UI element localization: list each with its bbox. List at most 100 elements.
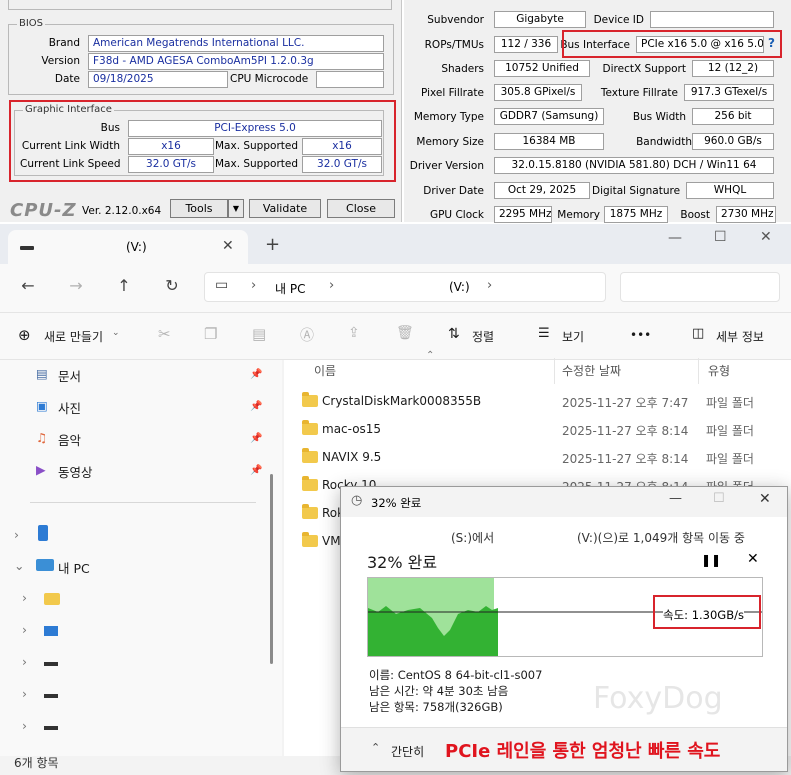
drive-icon [44, 626, 58, 636]
folder-icon [302, 392, 318, 407]
chevron-right-icon[interactable]: › [22, 590, 27, 605]
gpu-clock-value: 2295 MHz [494, 206, 552, 223]
pin-icon[interactable]: 📌 [250, 369, 262, 380]
cpuz-version: Ver. 2.12.0.x64 [82, 205, 162, 217]
chevron-right-icon[interactable]: › [22, 686, 27, 701]
chevron-right-icon[interactable]: › [14, 527, 19, 542]
maximize-icon[interactable]: ☐ [713, 491, 725, 506]
device-id-label: Device ID [593, 14, 644, 26]
sidebar-scrollbar[interactable] [270, 474, 273, 664]
file-row[interactable]: CrystalDiskMark0008355B 2025-11-27 오후 7:… [300, 388, 791, 416]
cpuz-top-fieldset [8, 0, 392, 10]
version-value: F38d - AMD AGESA ComboAm5PI 1.2.0.3g [88, 53, 384, 70]
column-name[interactable]: 이름 [314, 362, 336, 379]
breadcrumb-this-pc[interactable]: 내 PC [275, 280, 305, 297]
up-icon[interactable]: ↑ [112, 276, 136, 295]
pause-icon[interactable]: ❚❚ [701, 553, 721, 567]
sidebar-item-videos[interactable]: 동영상 [58, 462, 93, 481]
collapse-button[interactable]: 간단히 [391, 743, 424, 760]
pin-icon[interactable]: 📌 [250, 433, 262, 444]
address-bar[interactable]: ▭ › 내 PC › (V:) › [204, 272, 606, 302]
bus-width-label: Bus Width [632, 111, 686, 123]
share-icon[interactable]: ⇪ [348, 325, 360, 341]
pin-icon[interactable]: 📌 [250, 401, 262, 412]
chevron-right-icon[interactable]: › [22, 654, 27, 669]
column-date[interactable]: 수정한 날짜 [562, 362, 621, 379]
window-close-icon[interactable]: ✕ [760, 229, 772, 245]
file-row[interactable]: NAVIX 9.5 2025-11-27 오후 8:14 파일 폴더 [300, 444, 791, 472]
drive-icon [44, 662, 58, 666]
drive-icon [20, 246, 34, 250]
sidebar-item-pictures[interactable]: 사진 [58, 398, 81, 417]
paste-icon[interactable]: ▤ [252, 325, 266, 343]
sort-arrow-icon: ⌃ [426, 350, 435, 361]
sidebar-item-documents[interactable]: 문서 [58, 366, 81, 385]
tools-dropdown-button[interactable]: ▼ [228, 199, 244, 218]
chevron-right-icon[interactable]: › [22, 718, 27, 733]
directx-label: DirectX Support [602, 63, 686, 75]
column-divider[interactable] [698, 358, 699, 384]
search-input[interactable] [620, 272, 780, 302]
maximize-icon[interactable]: ☐ [714, 229, 727, 245]
column-divider[interactable] [554, 358, 555, 384]
source-text[interactable]: (S:)에서 [451, 529, 494, 546]
file-type: 파일 폴더 [706, 452, 754, 466]
cut-icon[interactable]: ✂ [158, 325, 171, 343]
chevron-down-icon[interactable]: ⌄ [14, 558, 24, 573]
bios-legend: BIOS [17, 18, 46, 29]
folder-icon [302, 476, 318, 491]
navigation-pane [0, 360, 282, 756]
microcode-value [316, 71, 384, 88]
pin-icon[interactable]: 📌 [250, 465, 262, 476]
bus-width-value: 256 bit [692, 108, 774, 125]
sort-button[interactable]: 정렬 [472, 328, 494, 345]
monitor-icon: ▭ [215, 277, 229, 293]
destination-text[interactable]: (V:)(으)로 1,049개 항목 이동 중 [577, 529, 745, 546]
signature-label: Digital Signature [592, 185, 681, 197]
memory-type-value: GDDR7 (Samsung) [494, 108, 604, 125]
more-button[interactable]: ••• [630, 328, 651, 342]
caption-text: PCIe 레인을 통한 엄청난 빠른 속도 [445, 741, 721, 762]
memory-clock-value: 1875 MHz [604, 206, 668, 223]
new-button[interactable]: 새로 만들기 [44, 328, 103, 345]
memory-size-value: 16384 MB [494, 133, 604, 150]
chevron-down-icon: ⌄ [112, 328, 120, 338]
boost-label: Boost [680, 209, 710, 221]
delete-icon[interactable]: 🗑 [396, 325, 414, 341]
column-type[interactable]: 유형 [708, 362, 730, 379]
cpuz-logo: CPU-Z [10, 200, 77, 221]
cancel-icon[interactable]: ✕ [747, 551, 759, 567]
close-button[interactable]: Close [327, 199, 395, 218]
boost-value: 2730 MHz [716, 206, 776, 223]
tab-close-icon[interactable]: ✕ [222, 238, 234, 254]
sidebar-item-music[interactable]: 음악 [58, 430, 81, 449]
minimize-icon[interactable]: — [668, 230, 682, 246]
remaining-time-text: 남은 시간: 약 4분 30초 남음 [369, 684, 509, 698]
tools-button[interactable]: Tools [170, 199, 228, 218]
refresh-icon[interactable]: ↻ [160, 276, 184, 295]
tab-v-drive[interactable]: (V:) ✕ [8, 230, 248, 264]
sidebar-divider [30, 502, 256, 503]
copy-icon[interactable]: ❐ [204, 325, 217, 343]
chevron-right-icon[interactable]: › [22, 622, 27, 637]
sidebar-item-this-pc[interactable]: 내 PC [58, 558, 90, 577]
view-button[interactable]: 보기 [562, 328, 584, 345]
driver-date-value: Oct 29, 2025 [494, 182, 590, 199]
file-row[interactable]: mac-os15 2025-11-27 오후 8:14 파일 폴더 [300, 416, 791, 444]
folder-icon [302, 504, 318, 519]
chevron-up-icon[interactable]: ⌃ [371, 741, 380, 754]
new-tab-button[interactable]: + [265, 234, 280, 255]
drive-icon [44, 726, 58, 730]
forward-icon[interactable]: → [64, 276, 88, 295]
date-value: 09/18/2025 [88, 71, 228, 88]
shaders-value: 10752 Unified [494, 60, 590, 77]
rops-value: 112 / 336 [494, 36, 558, 53]
rename-icon[interactable]: Ⓐ [300, 325, 314, 345]
validate-button[interactable]: Validate [249, 199, 321, 218]
breadcrumb-v-drive[interactable]: (V:) [449, 280, 470, 294]
details-button[interactable]: 세부 정보 [716, 328, 764, 345]
microcode-label: CPU Microcode [230, 73, 309, 85]
back-icon[interactable]: ← [16, 276, 40, 295]
dialog-close-icon[interactable]: ✕ [759, 491, 771, 507]
minimize-icon[interactable]: — [669, 491, 682, 506]
